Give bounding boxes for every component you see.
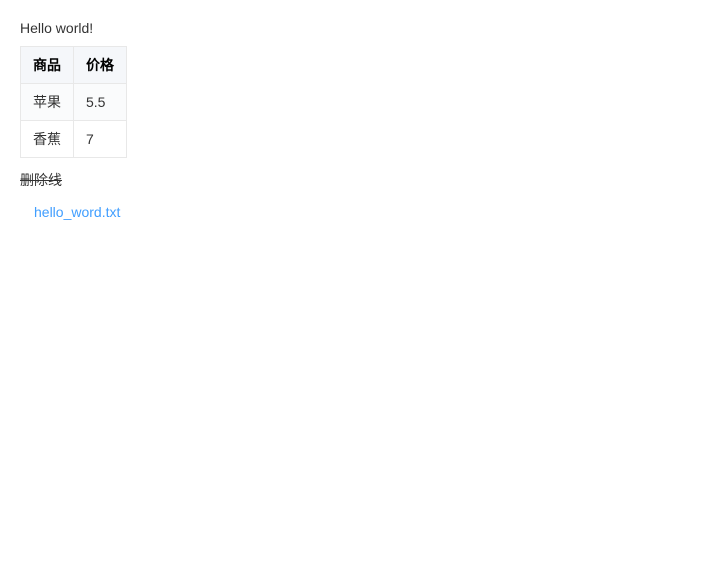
table-row: 苹果 5.5 [21, 84, 127, 121]
header-price: 价格 [74, 47, 127, 84]
cell-product: 苹果 [21, 84, 74, 121]
product-price-table: 商品 价格 苹果 5.5 香蕉 7 [20, 46, 127, 158]
cell-price: 5.5 [74, 84, 127, 121]
attachment-link[interactable]: hello_word.txt [34, 204, 703, 220]
cell-price: 7 [74, 121, 127, 158]
cell-product: 香蕉 [21, 121, 74, 158]
greeting-text: Hello world! [20, 20, 703, 36]
header-product: 商品 [21, 47, 74, 84]
table-header-row: 商品 价格 [21, 47, 127, 84]
table-row: 香蕉 7 [21, 121, 127, 158]
strikethrough-text: 删除线 [20, 170, 703, 190]
